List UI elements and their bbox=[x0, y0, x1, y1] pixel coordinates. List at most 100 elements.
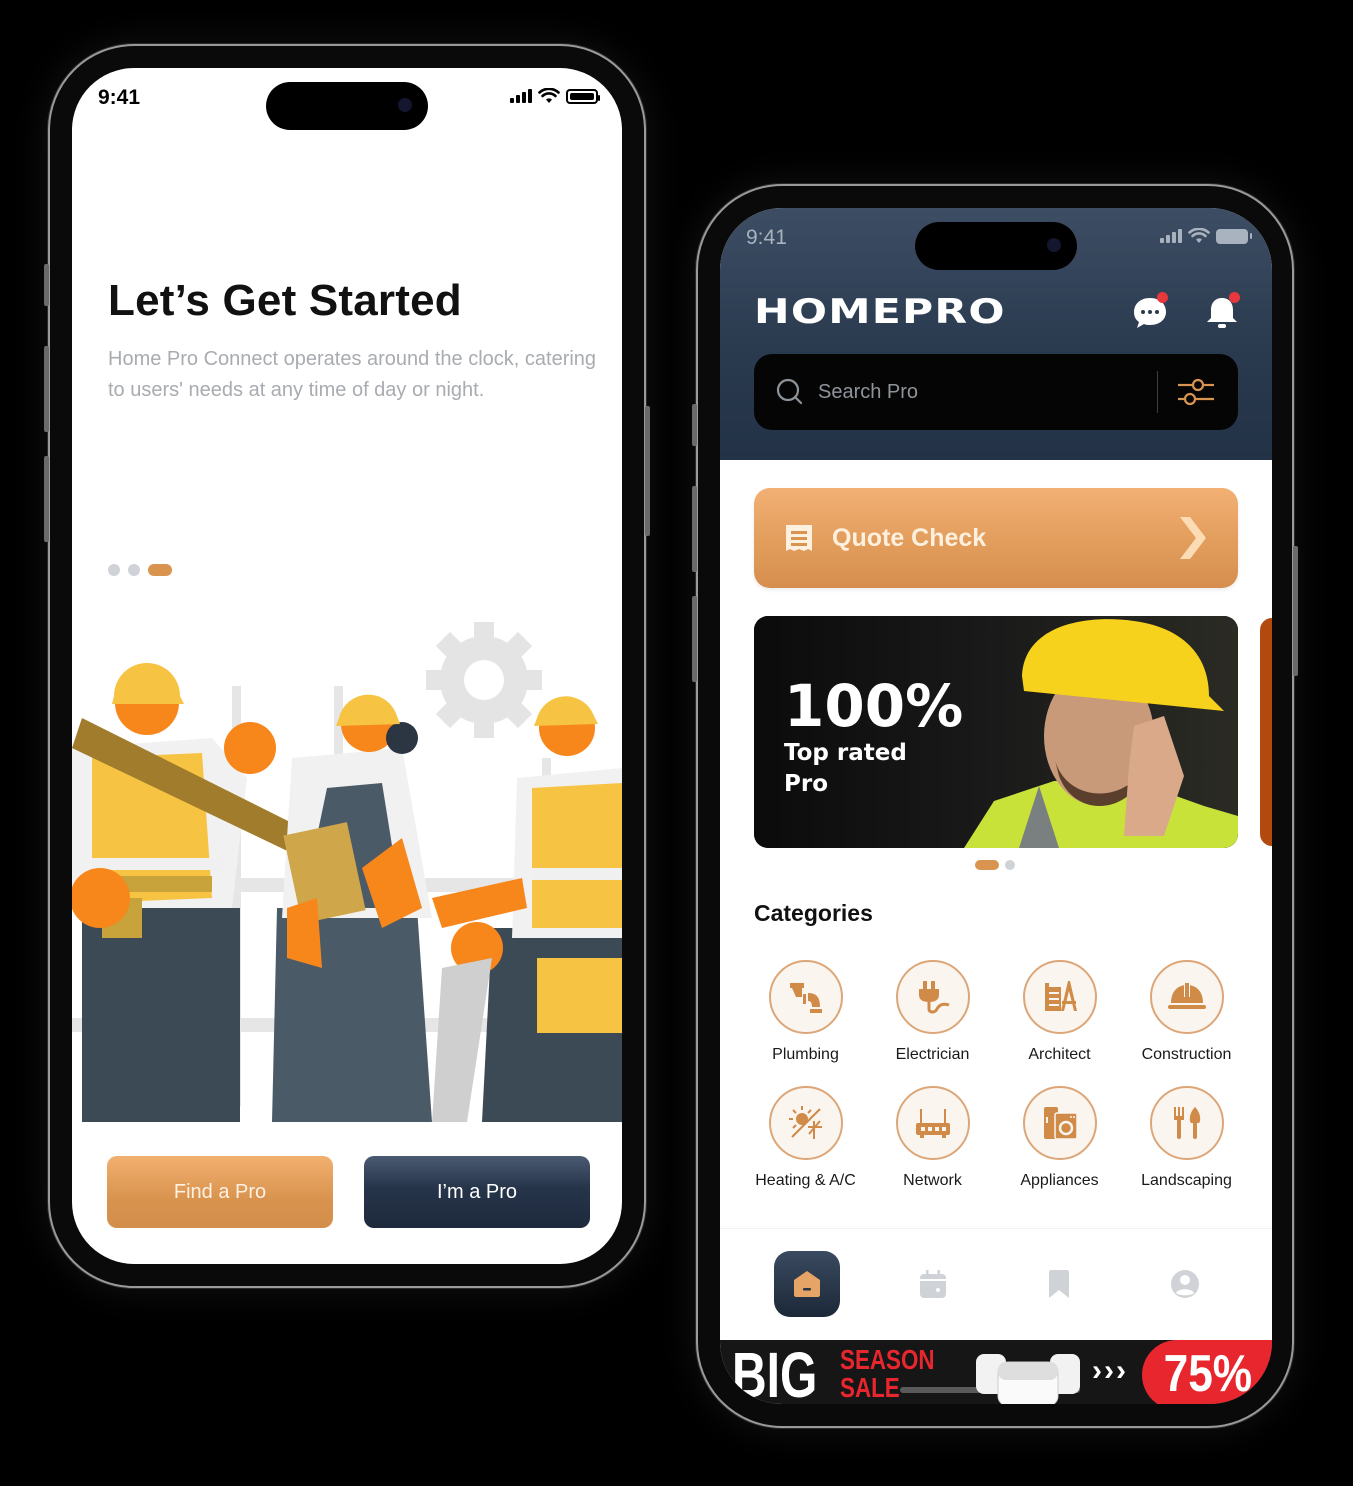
garden-tools-icon bbox=[1173, 1107, 1200, 1139]
next-promo-peek[interactable] bbox=[1260, 618, 1272, 846]
camera-icon bbox=[1047, 238, 1061, 252]
category-label: Plumbing bbox=[772, 1046, 839, 1063]
category-label: Construction bbox=[1141, 1046, 1232, 1063]
home-screen: 9:41 HOMEPRO Search Pro Quote Check 100%… bbox=[720, 208, 1272, 1404]
category-label: Landscaping bbox=[1141, 1172, 1232, 1189]
onboarding-title: Let’s Get Started bbox=[108, 276, 462, 325]
tab-home[interactable] bbox=[774, 1250, 840, 1317]
category-label: Appliances bbox=[1020, 1172, 1099, 1189]
wifi-icon bbox=[1188, 228, 1210, 243]
search-bar bbox=[754, 354, 1238, 430]
status-icons bbox=[510, 88, 600, 104]
category-network[interactable]: Network bbox=[869, 1086, 996, 1190]
ad-season-sale-text: SEASON SALE bbox=[840, 1346, 935, 1402]
washer-fridge-icon bbox=[1043, 1107, 1078, 1140]
onboarding-description: Home Pro Connect operates around the clo… bbox=[108, 348, 597, 401]
app-header: 9:41 HOMEPRO bbox=[720, 208, 1272, 460]
camera-icon bbox=[398, 98, 412, 112]
home-phone: 9:41 HOMEPRO Search Pro Quote Check 100%… bbox=[692, 184, 1298, 1428]
promo-banner[interactable]: 100% Top rated Pro bbox=[754, 616, 1238, 848]
page-dot-active[interactable] bbox=[148, 564, 172, 576]
search-divider bbox=[1157, 371, 1158, 413]
chevron-right-icon bbox=[1180, 517, 1206, 559]
volume-up-button bbox=[692, 486, 697, 572]
ad-arrows: ››› bbox=[1092, 1354, 1128, 1387]
construction-workers-illustration bbox=[72, 622, 622, 1122]
mute-switch bbox=[692, 404, 697, 446]
notification-badge bbox=[1157, 292, 1168, 303]
home-icon bbox=[794, 1270, 820, 1297]
categories-grid: Plumbing Electrician Architect Construct… bbox=[742, 960, 1250, 1190]
page-dot[interactable] bbox=[1005, 860, 1015, 870]
category-label: Electrician bbox=[895, 1046, 970, 1063]
battery-icon bbox=[1216, 228, 1252, 244]
category-appliances[interactable]: Appliances bbox=[996, 1086, 1123, 1190]
filter-sliders-icon[interactable] bbox=[1176, 376, 1216, 408]
category-construction[interactable]: Construction bbox=[1123, 960, 1250, 1064]
volume-up-button bbox=[44, 346, 49, 432]
bookmark-icon bbox=[1049, 1269, 1069, 1298]
category-electrician[interactable]: Electrician bbox=[869, 960, 996, 1064]
quote-check-button[interactable]: Quote Check bbox=[754, 488, 1238, 588]
page-dot[interactable] bbox=[108, 564, 120, 576]
promo-headline: 100% bbox=[784, 672, 964, 740]
page-dot-active[interactable] bbox=[975, 860, 999, 870]
category-label: Architect bbox=[1028, 1046, 1091, 1063]
category-plumbing[interactable]: Plumbing bbox=[742, 960, 869, 1064]
search-icon bbox=[776, 378, 803, 405]
categories-title: Categories bbox=[754, 900, 873, 926]
page-dot[interactable] bbox=[128, 564, 140, 576]
im-a-pro-button[interactable]: I’m a Pro bbox=[364, 1156, 590, 1228]
onboarding-phone: 9:41 Let’s Get Started Home Pro Connect … bbox=[44, 44, 650, 1288]
mute-switch bbox=[44, 264, 49, 306]
dynamic-island bbox=[266, 82, 428, 130]
receipt-icon bbox=[786, 525, 812, 551]
profile-icon bbox=[1171, 1269, 1199, 1298]
ad-discount-text: 75% bbox=[1163, 1345, 1252, 1403]
calendar-icon bbox=[920, 1269, 946, 1298]
category-label: Heating & A/C bbox=[755, 1172, 856, 1189]
tab-calendar[interactable] bbox=[900, 1251, 966, 1317]
tab-bookmarks[interactable] bbox=[1026, 1251, 1092, 1317]
hard-hat-icon bbox=[1167, 983, 1206, 1009]
battery-icon bbox=[566, 88, 600, 104]
worker-middle bbox=[272, 694, 432, 1122]
status-time: 9:41 bbox=[746, 226, 787, 249]
notification-badge bbox=[1229, 292, 1240, 303]
wifi-icon bbox=[538, 88, 560, 103]
worker-right bbox=[432, 696, 622, 1122]
notifications-button[interactable] bbox=[1202, 292, 1242, 332]
app-logo: HOMEPRO bbox=[754, 292, 1006, 332]
dynamic-island bbox=[915, 222, 1077, 270]
ad-banner[interactable]: BIG SEASON SALE ››› 75% bbox=[720, 1340, 1272, 1404]
chat-button[interactable] bbox=[1130, 292, 1170, 332]
category-label: Network bbox=[903, 1172, 962, 1189]
volume-down-button bbox=[44, 456, 49, 542]
category-landscaping[interactable]: Landscaping bbox=[1123, 1086, 1250, 1190]
quote-check-label: Quote Check bbox=[832, 523, 987, 552]
promo-subtitle: Top rated Pro bbox=[784, 740, 907, 797]
page-indicator bbox=[108, 564, 172, 576]
ad-big-text: BIG bbox=[732, 1340, 818, 1404]
status-bar: 9:41 bbox=[720, 208, 1272, 270]
search-input[interactable] bbox=[818, 380, 1157, 404]
promo-page-indicator bbox=[975, 860, 1015, 870]
category-architect[interactable]: Architect bbox=[996, 960, 1123, 1064]
cellular-signal-icon bbox=[510, 89, 532, 103]
bottom-tab-bar bbox=[720, 1228, 1272, 1338]
onboarding-screen: 9:41 Let’s Get Started Home Pro Connect … bbox=[72, 68, 622, 1264]
volume-down-button bbox=[692, 596, 697, 682]
tab-profile[interactable] bbox=[1152, 1251, 1218, 1317]
power-button bbox=[1293, 546, 1298, 676]
gear-icon bbox=[426, 622, 542, 738]
router-icon bbox=[915, 1109, 950, 1138]
ad-line1: SEASON bbox=[840, 1344, 935, 1375]
cellular-signal-icon bbox=[1160, 229, 1182, 243]
find-a-pro-button[interactable]: Find a Pro bbox=[107, 1156, 333, 1228]
earbuds-product-icon bbox=[976, 1354, 1080, 1404]
status-time: 9:41 bbox=[98, 86, 141, 109]
plug-icon bbox=[918, 981, 949, 1014]
sun-snowflake-icon bbox=[788, 1106, 822, 1139]
category-heating-ac[interactable]: Heating & A/C bbox=[742, 1086, 869, 1190]
status-bar: 9:41 bbox=[72, 68, 622, 130]
